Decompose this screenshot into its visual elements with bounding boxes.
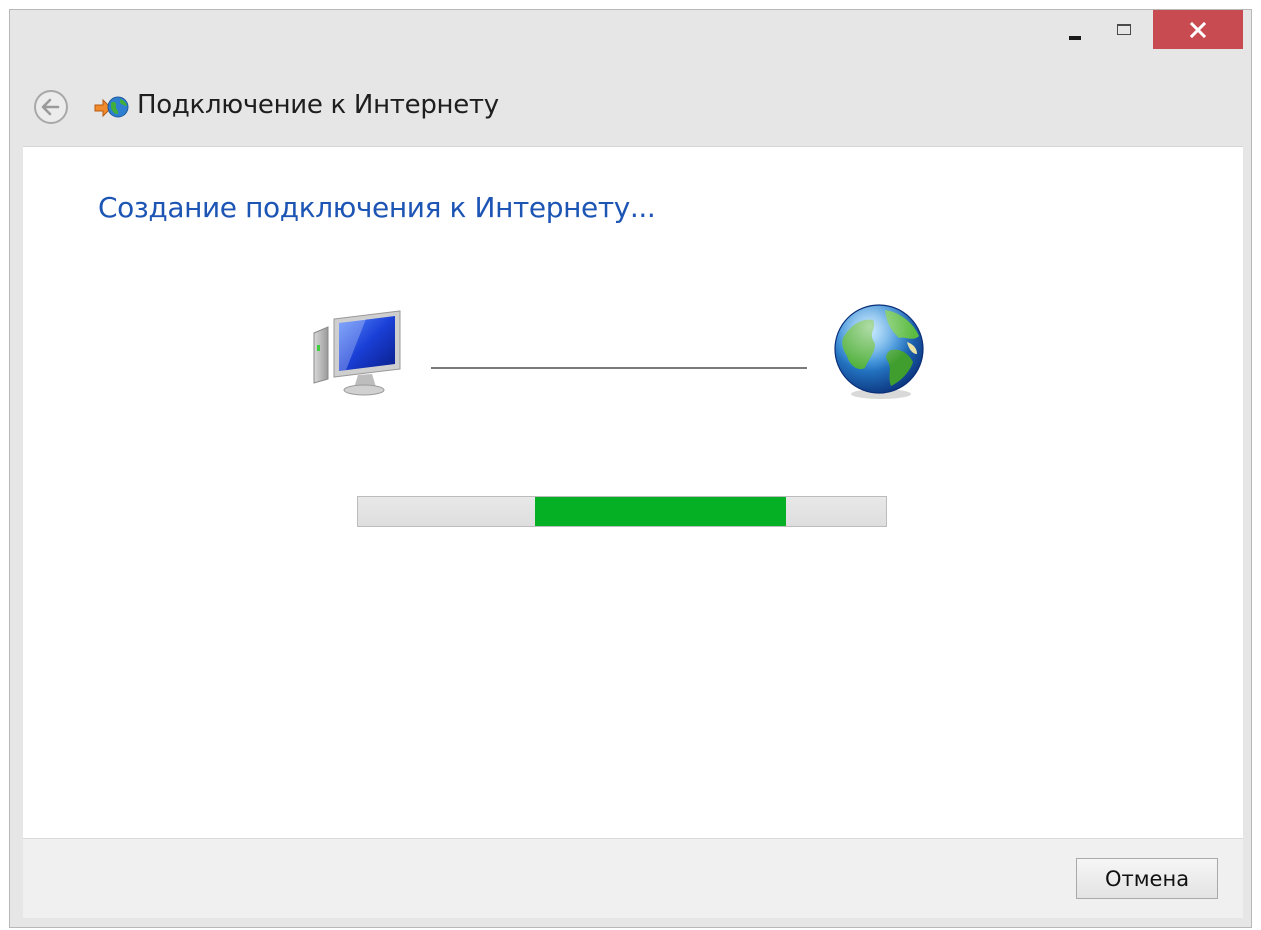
wizard-window: Подключение к Интернету Создание подключ… [9, 9, 1252, 928]
maximize-icon [1117, 24, 1131, 35]
connection-line [431, 367, 807, 369]
progress-marquee-chunk [534, 497, 786, 526]
maximize-button[interactable] [1103, 10, 1149, 50]
minimize-icon [1069, 36, 1081, 40]
wizard-header: Подключение к Интернету [10, 50, 1251, 147]
network-globe-icon [94, 94, 130, 122]
close-icon [1189, 21, 1207, 39]
wizard-footer: Отмена [23, 838, 1243, 918]
progress-bar [357, 496, 887, 527]
minimize-button[interactable] [1053, 10, 1099, 50]
cancel-button[interactable]: Отмена [1076, 858, 1218, 899]
page-heading: Создание подключения к Интернету... [98, 191, 656, 224]
computer-icon [313, 310, 401, 396]
globe-icon [834, 304, 924, 399]
close-button[interactable] [1153, 10, 1243, 49]
wizard-title: Подключение к Интернету [137, 90, 499, 120]
title-bar[interactable] [10, 10, 1251, 50]
back-button[interactable] [32, 88, 70, 126]
wizard-content: Создание подключения к Интернету... [23, 146, 1243, 839]
back-arrow-icon [34, 90, 68, 124]
